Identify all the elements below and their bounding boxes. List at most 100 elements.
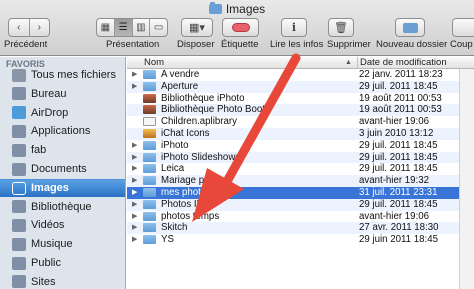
- new-folder-icon: [402, 22, 418, 33]
- arrange-button[interactable]: ▦▾: [181, 18, 213, 37]
- sidebar-item-label: Images: [31, 182, 69, 195]
- movies-icon: [12, 218, 26, 232]
- applications-icon: [12, 124, 26, 138]
- table-row[interactable]: ▶ Skitch 27 avr. 2011 18:30: [127, 222, 474, 235]
- file-name: iPhoto: [161, 139, 189, 151]
- disclosure-triangle-icon[interactable]: ▶: [132, 212, 137, 220]
- label-color-icon: [231, 23, 250, 32]
- file-date: 29 juil. 2011 18:45: [359, 151, 438, 163]
- disclosure-triangle-icon[interactable]: ▶: [132, 223, 137, 231]
- folder-icon: [143, 211, 156, 221]
- cut-button[interactable]: [452, 18, 474, 37]
- new-folder-button[interactable]: [395, 18, 425, 37]
- forward-icon[interactable]: ›: [30, 19, 50, 36]
- table-row[interactable]: ▶ YS 29 juin 2011 18:45: [127, 234, 474, 246]
- file-icon: [143, 117, 156, 127]
- file-date: 29 juin 2011 18:45: [359, 234, 439, 246]
- sidebar-item-applications[interactable]: Applications: [0, 122, 125, 140]
- airdrop-icon: [12, 106, 26, 120]
- disclosure-triangle-icon[interactable]: ▶: [132, 70, 137, 78]
- sidebar: FAVORIS Tous mes fichiers Bureau AirDrop Ap…: [0, 57, 126, 289]
- folder-icon: [143, 164, 156, 174]
- label-label: Étiquette: [221, 39, 259, 50]
- disclosure-triangle-icon[interactable]: ▶: [132, 188, 137, 196]
- sidebar-item-bureau[interactable]: Bureau: [0, 85, 125, 103]
- column-view-icon[interactable]: ▥: [133, 19, 151, 36]
- sidebar-item-label: Tous mes fichiers: [31, 69, 116, 81]
- sidebar-item-sites[interactable]: Sites: [0, 273, 125, 289]
- sidebar-item-label: Documents: [31, 163, 87, 175]
- table-row[interactable]: ▶ A vendre 22 janv. 2011 18:23: [127, 69, 474, 81]
- list-view-icon[interactable]: ☰: [114, 19, 133, 36]
- back-icon[interactable]: ‹: [9, 19, 30, 36]
- file-name: Bibliothèque Photo Booth: [161, 104, 271, 116]
- table-row[interactable]: ▶ Aperture 29 juil. 2011 18:45: [127, 80, 474, 93]
- new-folder-label: Nouveau dossier: [376, 39, 448, 50]
- presentation-label: Présentation: [106, 39, 160, 50]
- table-row[interactable]: ▶ iPhoto Slideshows 29 juil. 2011 18:45: [127, 151, 474, 164]
- table-row[interactable]: iChat Icons 3 juin 2010 13:12: [127, 127, 474, 140]
- table-row[interactable]: ▶ Photos ID 29 juil. 2011 18:45: [127, 198, 474, 211]
- arrange-label: Disposer: [177, 39, 215, 50]
- back-label: Précédent: [4, 39, 48, 50]
- table-row[interactable]: Bibliothèque Photo Booth 19 août 2011 00:…: [127, 104, 474, 117]
- home-icon: [12, 143, 26, 157]
- folder-icon: [143, 223, 156, 233]
- table-row[interactable]: ▶ Mariage peggy avant-hier 19:32: [127, 175, 474, 187]
- file-date: 29 juil. 2011 18:45: [359, 198, 438, 210]
- label-button[interactable]: [222, 18, 259, 37]
- sidebar-item-biblioth-que[interactable]: Bibliothèque: [0, 198, 125, 216]
- file-name: Skitch: [161, 222, 188, 234]
- disclosure-triangle-icon[interactable]: ▶: [132, 141, 137, 149]
- column-date-header[interactable]: Date de modification: [357, 57, 447, 69]
- get-info-button[interactable]: i: [281, 18, 307, 37]
- coverflow-view-icon[interactable]: ▭: [150, 19, 167, 36]
- back-forward-control[interactable]: ‹ ›: [8, 18, 50, 37]
- disclosure-triangle-icon[interactable]: ▶: [132, 153, 137, 161]
- disclosure-triangle-icon[interactable]: ▶: [132, 235, 137, 243]
- sidebar-item-label: Sites: [31, 275, 56, 288]
- table-row[interactable]: ▶ photos temps avant-hier 19:06: [127, 211, 474, 223]
- file-name: A vendre: [161, 69, 200, 80]
- sort-ascending-icon: ▲: [345, 59, 352, 66]
- app-icon: [143, 128, 156, 138]
- disclosure-triangle-icon[interactable]: ▶: [132, 176, 137, 184]
- file-name: photos temps: [161, 210, 220, 222]
- column-name-header[interactable]: Nom: [144, 57, 164, 68]
- view-mode-control[interactable]: ▦ ☰ ▥ ▭: [96, 18, 168, 37]
- sidebar-item-images[interactable]: Images: [0, 178, 125, 197]
- table-row[interactable]: Children.aplibrary avant-hier 19:06: [127, 116, 474, 128]
- file-list: ▶ A vendre 22 janv. 2011 18:23 ▶ Aperture 29 …: [127, 69, 474, 246]
- documents-icon: [12, 162, 26, 176]
- icon-view-icon[interactable]: ▦: [97, 19, 115, 36]
- sidebar-item-vid-os[interactable]: Vidéos: [0, 216, 125, 234]
- sidebar-item-public[interactable]: Public: [0, 254, 125, 272]
- sidebar-item-label: Bibliothèque: [31, 200, 92, 213]
- delete-button[interactable]: 🗑: [328, 18, 354, 37]
- file-name: Aperture: [161, 80, 199, 92]
- file-date: avant-hier 19:06: [359, 116, 430, 128]
- disclosure-triangle-icon[interactable]: ▶: [132, 164, 137, 172]
- sidebar-item-tous-mes-fichiers[interactable]: Tous mes fichiers: [0, 66, 125, 84]
- table-row[interactable]: ▶ mes photo 31 juil. 2011 23:31: [127, 186, 474, 199]
- sidebar-item-fab[interactable]: fab: [0, 141, 125, 159]
- sidebar-item-label: Vidéos: [31, 219, 65, 232]
- photo-icon: [143, 93, 156, 103]
- column-header: Nom ▲ Date de modification: [127, 57, 474, 69]
- disclosure-triangle-icon[interactable]: ▶: [132, 82, 137, 90]
- file-date: 22 janv. 2011 18:23: [359, 69, 443, 80]
- sidebar-item-musique[interactable]: Musique: [0, 235, 125, 253]
- photo-icon: [143, 105, 156, 115]
- sidebar-item-airdrop[interactable]: AirDrop: [0, 104, 125, 122]
- get-info-label: Lire les infos: [270, 39, 324, 50]
- table-row[interactable]: Bibliothèque iPhoto 19 août 2011 00:53: [127, 93, 474, 105]
- vertical-scrollbar[interactable]: [459, 69, 474, 289]
- table-row[interactable]: ▶ iPhoto 29 juil. 2011 18:45: [127, 140, 474, 152]
- library-icon: [12, 200, 26, 214]
- folder-icon: [143, 152, 156, 162]
- music-icon: [12, 237, 26, 251]
- table-row[interactable]: ▶ Leica 29 juil. 2011 18:45: [127, 163, 474, 175]
- folder-icon: [143, 199, 156, 209]
- disclosure-triangle-icon[interactable]: ▶: [132, 200, 137, 208]
- sidebar-item-documents[interactable]: Documents: [0, 160, 125, 178]
